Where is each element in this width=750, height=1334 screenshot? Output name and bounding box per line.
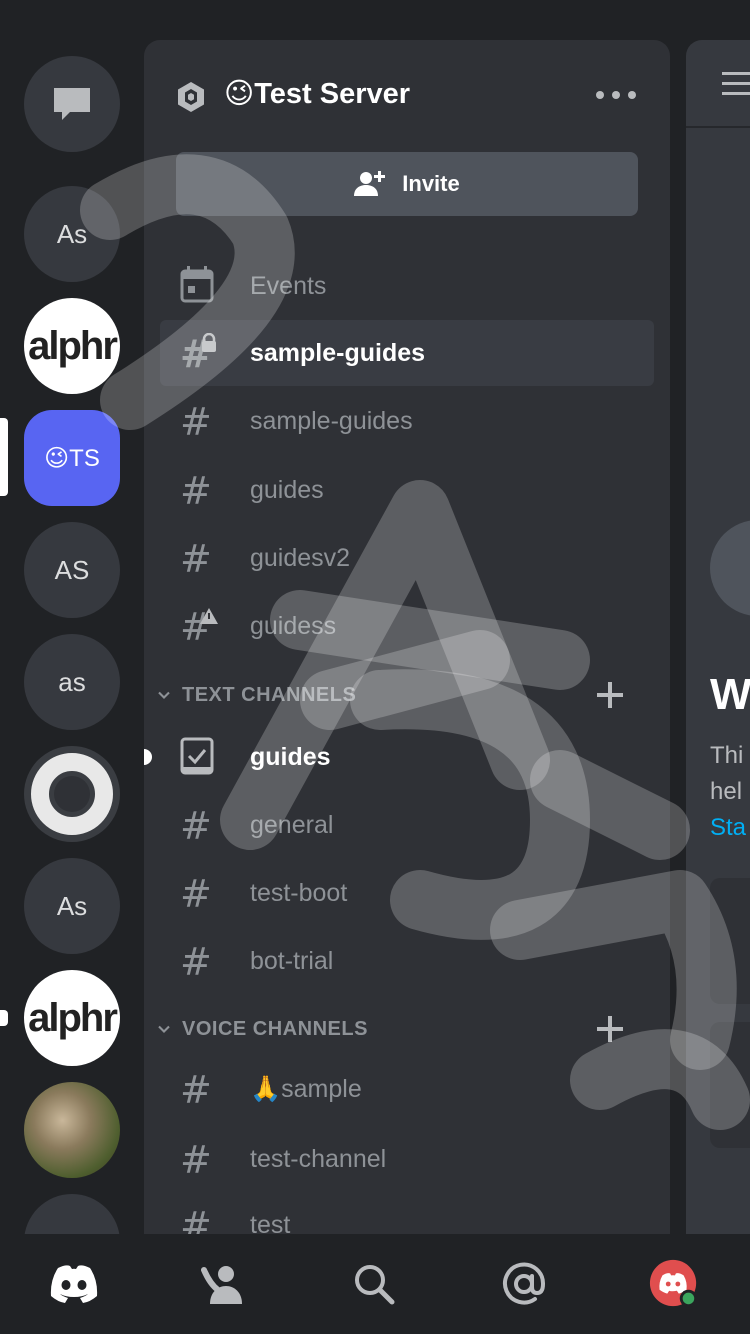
welcome-text-line: Thi	[710, 742, 744, 769]
direct-messages-button[interactable]	[24, 56, 120, 152]
hash-icon: #	[180, 401, 212, 441]
locked-hash-icon: #	[180, 333, 216, 373]
bottom-nav	[0, 1234, 750, 1334]
svg-text:#: #	[180, 941, 212, 981]
active-server-indicator	[0, 418, 8, 496]
welcome-link[interactable]: Sta	[710, 814, 746, 842]
unread-indicator	[0, 1010, 8, 1026]
nav-friends-button[interactable]	[198, 1258, 250, 1310]
server-icon-test-server[interactable]: 😉TS	[24, 410, 120, 506]
server-rail: As alphr 😉TS AS as As alphr	[0, 0, 144, 1290]
category-voice-channels[interactable]: VOICE CHANNELS	[152, 1009, 652, 1049]
channel-guidess[interactable]: # guidess	[160, 593, 654, 659]
events-item[interactable]: Events	[160, 253, 654, 319]
channel-test[interactable]: # test	[160, 1192, 654, 1234]
main-content-peek: W Thi hel Sta	[686, 40, 750, 1234]
at-sign-icon	[503, 1262, 546, 1305]
welcome-heading: W	[710, 670, 750, 719]
online-status-icon	[682, 1292, 695, 1305]
category-text-channels[interactable]: TEXT CHANNELS	[152, 675, 652, 715]
welcome-text-line: hel	[710, 778, 743, 805]
channel-guidesv2[interactable]: # guidesv2	[160, 525, 654, 591]
hash-icon: #	[180, 1205, 212, 1234]
channel-general[interactable]: # general	[160, 792, 654, 858]
svg-text:#: #	[180, 333, 212, 373]
nav-mentions-button[interactable]	[498, 1258, 550, 1310]
main-topbar	[686, 40, 750, 128]
channel-bot-trial[interactable]: # bot-trial	[160, 928, 654, 994]
hash-icon: #	[180, 470, 212, 510]
nav-search-button[interactable]	[348, 1258, 400, 1310]
server-icon-alphr-2[interactable]: alphr	[24, 970, 120, 1066]
server-icon-as[interactable]: As	[24, 186, 120, 282]
channel-test-boot[interactable]: # test-boot	[160, 860, 654, 926]
server-icon-AS[interactable]: AS	[24, 522, 120, 618]
add-user-icon	[354, 171, 386, 196]
svg-text:#: #	[180, 401, 212, 441]
chevron-down-icon	[158, 1025, 170, 1033]
invite-button[interactable]: Invite	[176, 152, 638, 216]
channel-sample[interactable]: # 🙏sample	[160, 1056, 654, 1122]
add-channel-icon[interactable]	[592, 1011, 628, 1047]
ring-logo-icon	[31, 753, 113, 835]
server-icon-As-2[interactable]: As	[24, 858, 120, 954]
add-channel-icon[interactable]	[592, 677, 628, 713]
server-name: 😉Test Server	[224, 78, 411, 110]
server-header[interactable]: 😉Test Server	[144, 40, 670, 150]
svg-text:#: #	[180, 873, 212, 913]
hash-icon: #	[180, 805, 212, 845]
hamburger-menu-icon[interactable]	[722, 72, 750, 102]
more-options-icon[interactable]	[596, 80, 636, 110]
friends-wave-icon	[201, 1266, 242, 1304]
svg-text:#: #	[180, 538, 212, 578]
hash-icon: #	[180, 1069, 212, 1109]
server-icon-alphr[interactable]: alphr	[24, 298, 120, 394]
server-icon-as-lower[interactable]: as	[24, 634, 120, 730]
welcome-card[interactable]	[710, 1022, 750, 1148]
svg-text:#: #	[180, 1205, 212, 1234]
chevron-down-icon	[158, 691, 170, 699]
channel-test-channel[interactable]: # test-channel	[160, 1126, 654, 1192]
server-icon-ring[interactable]	[24, 746, 120, 842]
nav-profile-button[interactable]	[648, 1258, 700, 1310]
chat-bubble-icon	[54, 88, 90, 120]
rules-channel-icon	[180, 737, 214, 775]
channel-guides-rules[interactable]: guides	[160, 724, 654, 790]
channel-panel: 😉Test Server Invite Events # sample-guid…	[144, 40, 670, 1234]
hash-icon: #	[180, 1139, 212, 1179]
warning-hash-icon: #	[180, 606, 218, 646]
server-boost-icon	[178, 82, 204, 112]
hash-icon: #	[180, 941, 212, 981]
user-avatar-icon	[649, 1259, 698, 1308]
nav-home-button[interactable]	[48, 1258, 100, 1310]
server-icon-dog-photo[interactable]	[24, 1082, 120, 1178]
hash-icon: #	[180, 873, 212, 913]
svg-text:#: #	[180, 470, 212, 510]
channel-guides-top[interactable]: # guides	[160, 457, 654, 523]
discord-logo-icon	[50, 1265, 98, 1303]
hash-icon: #	[180, 538, 212, 578]
welcome-avatar	[710, 520, 750, 616]
svg-text:#: #	[180, 1139, 212, 1179]
welcome-card[interactable]	[710, 878, 750, 1004]
channel-sample-guides-locked[interactable]: # sample-guides	[160, 320, 654, 386]
calendar-icon	[180, 266, 214, 303]
channel-sample-guides[interactable]: # sample-guides	[160, 388, 654, 454]
svg-text:#: #	[180, 805, 212, 845]
search-icon	[355, 1265, 395, 1305]
svg-text:#: #	[180, 1069, 212, 1109]
